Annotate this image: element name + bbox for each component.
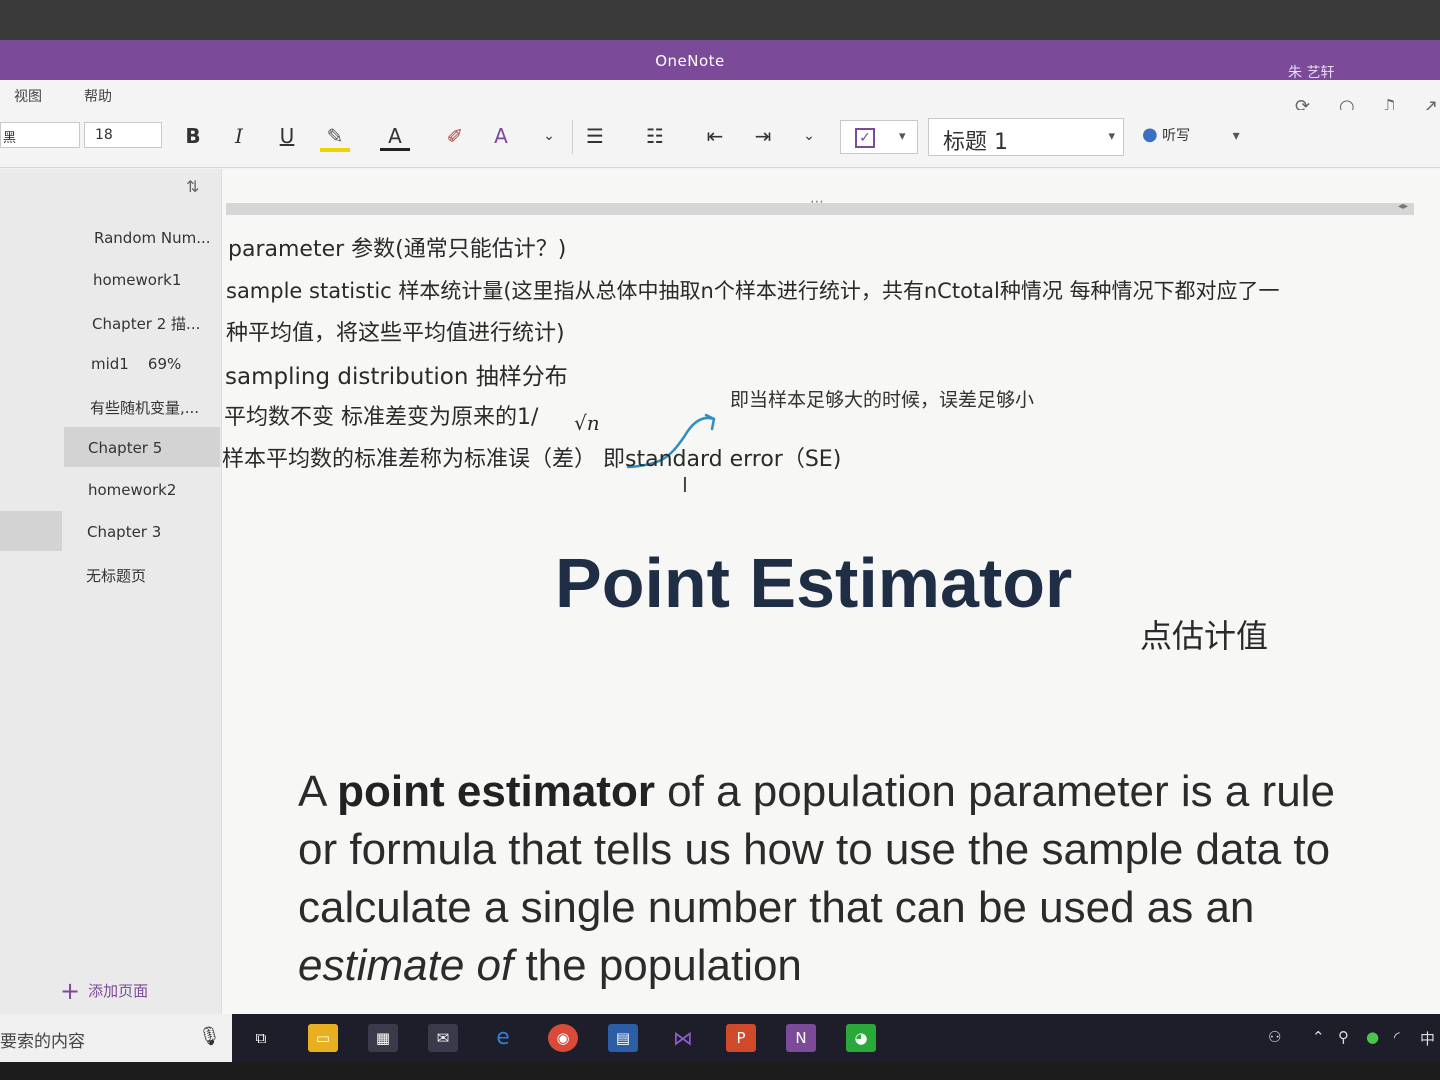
text-cursor: I	[682, 473, 688, 497]
wechat-icon[interactable]: ◕	[846, 1024, 876, 1052]
page-item-random-num[interactable]: Random Num...	[0, 217, 220, 257]
page-item-chapter-2[interactable]: Chapter 2 描...	[0, 301, 220, 341]
note-annotation-large-sample[interactable]: 即当样本足够大的时候，误差足够小	[730, 385, 1034, 412]
underline-button[interactable]: U	[272, 124, 302, 148]
powerpoint-icon[interactable]: P	[726, 1024, 756, 1052]
user-name[interactable]: 朱 艺轩	[1288, 62, 1334, 82]
add-page-label: 添加页面	[88, 982, 149, 1000]
taskbar: 要索的内容 🎙 ⧉ ▭ ▦ ✉ e ◉ ▤ ⋈ P N ◕ ⚇ ⌃ ⚲ ● ◜ …	[0, 1014, 1440, 1062]
indent-icon[interactable]: ⇥	[748, 124, 778, 148]
note-container-handle[interactable]: ⋯ ◂▸	[226, 194, 1414, 215]
note-line-sample-statistic[interactable]: sample statistic 样本统计量(这里指从总体中抽取n个样本进行统计…	[226, 275, 1280, 305]
sqrt-n-formula: √n	[574, 411, 600, 435]
menu-view[interactable]: 视图	[14, 86, 42, 106]
note-line-std-change[interactable]: 平均数不变 标准差变为原来的1/	[224, 399, 538, 431]
section-selection-marker	[0, 511, 62, 551]
slide-title[interactable]: Point Estimator	[555, 543, 1072, 623]
search-text: 要索的内容	[0, 1032, 85, 1052]
chevron-down-icon: ▾	[1108, 129, 1115, 144]
wechat-tray-icon[interactable]: ●	[1366, 1028, 1379, 1046]
drag-handle-icon[interactable]: ⋯	[810, 194, 824, 210]
chevron-down-icon[interactable]: ▾	[1233, 128, 1240, 144]
edge-browser-icon[interactable]: e	[488, 1024, 518, 1052]
definition-text-3: the population	[513, 941, 802, 990]
definition-text-1: A	[298, 767, 338, 816]
page-item-mid1[interactable]: mid1 69%	[0, 343, 220, 383]
page-item-untitled[interactable]: 无标题页	[0, 553, 220, 593]
font-name-box[interactable]: 黑	[0, 122, 80, 148]
outdent-icon[interactable]: ⇤	[700, 124, 730, 148]
screen: OneNote 朱 艺轩 视图 帮助 ⟳ ○ ♫ ↗ 黑 18 B I U ✎ …	[0, 40, 1440, 1062]
menu-help[interactable]: 帮助	[84, 86, 112, 106]
file-explorer-icon[interactable]: ▭	[308, 1024, 338, 1052]
clear-format-icon[interactable]: A	[486, 124, 516, 148]
note-line-sample-statistic-cont[interactable]: 种平均值，将这些平均值进行统计)	[226, 315, 565, 347]
menu-bar: 视图 帮助	[0, 80, 1440, 110]
screen-bezel-top	[0, 0, 1440, 40]
microphone-icon[interactable]: 🎙	[198, 1026, 221, 1047]
page-item-chapter-5[interactable]: Chapter 5	[64, 427, 220, 467]
ribbon-separator	[572, 120, 573, 154]
definition-italic-term: estimate of	[298, 941, 514, 990]
italic-button[interactable]: I	[224, 124, 254, 148]
note-line-sampling-distribution[interactable]: sampling distribution 抽样分布	[225, 357, 568, 391]
usb-icon[interactable]: ⚲	[1338, 1028, 1349, 1046]
note-canvas[interactable]: ⋯ ◂▸ parameter 参数(通常只能估计？) sample statis…	[222, 169, 1440, 1014]
bold-button[interactable]: B	[178, 124, 208, 148]
dictate-label: 听写	[1162, 128, 1191, 144]
format-painter-icon[interactable]: ✐	[440, 124, 470, 148]
slide-definition-paragraph[interactable]: A point estimator of a population parame…	[298, 763, 1358, 995]
store-icon[interactable]: ▦	[368, 1024, 398, 1052]
plus-icon: +	[60, 977, 81, 1005]
task-view-icon[interactable]: ⧉	[246, 1024, 276, 1052]
note-line-parameter[interactable]: parameter 参数(通常只能估计？)	[228, 231, 566, 263]
chevron-down-icon: ▾	[899, 129, 906, 144]
chrome-browser-icon[interactable]: ◉	[548, 1024, 578, 1052]
add-page-button[interactable]: + 添加页面	[60, 977, 148, 1005]
visual-studio-icon[interactable]: ⋈	[668, 1024, 698, 1052]
font-size-box[interactable]: 18	[84, 122, 162, 148]
tray-expand-icon[interactable]: ⌃	[1312, 1028, 1325, 1046]
ime-indicator[interactable]: 中	[1420, 1028, 1435, 1049]
onenote-icon[interactable]: N	[786, 1024, 816, 1052]
definition-bold-term: point estimator	[337, 767, 655, 816]
style-label: 标题 1	[943, 130, 1008, 155]
app-title: OneNote	[655, 52, 725, 70]
dictate-button[interactable]: ● 听写 ▾	[1142, 124, 1240, 145]
sort-icon[interactable]: ⇅	[186, 177, 199, 196]
page-item-homework1[interactable]: homework1	[0, 259, 220, 299]
title-bar: OneNote 朱 艺轩	[0, 40, 1440, 82]
style-dropdown[interactable]: 标题 1 ▾	[928, 118, 1124, 156]
todo-tag-button[interactable]: ✓ ▾	[840, 120, 918, 154]
document-app-icon[interactable]: ▤	[608, 1024, 638, 1052]
more-format-chevron-icon[interactable]: ⌄	[534, 128, 564, 144]
resize-handle-icon[interactable]: ◂▸	[1398, 201, 1408, 212]
highlight-icon[interactable]: ✎	[320, 124, 350, 152]
page-item-homework2[interactable]: homework2	[0, 469, 220, 509]
mail-icon[interactable]: ✉	[428, 1024, 458, 1052]
people-icon[interactable]: ⚇	[1268, 1028, 1281, 1046]
checkbox-icon: ✓	[855, 128, 875, 148]
numbered-list-icon[interactable]: ☷	[640, 124, 670, 148]
page-item-random-vars[interactable]: 有些随机变量,...	[0, 385, 220, 425]
slide-title-cn[interactable]: 点估计值	[1140, 611, 1268, 657]
note-line-standard-error[interactable]: 样本平均数的标准差称为标准误（差） 即standard error（SE)	[222, 441, 841, 473]
font-color-icon[interactable]: A	[380, 124, 410, 151]
wifi-icon[interactable]: ◜	[1394, 1028, 1400, 1046]
taskbar-search-box[interactable]: 要索的内容 🎙	[0, 1014, 232, 1062]
microphone-icon: ●	[1142, 124, 1158, 145]
more-list-chevron-icon[interactable]: ⌄	[794, 128, 824, 144]
screen-bezel-bottom	[0, 1062, 1440, 1080]
bullet-list-icon[interactable]: ☰	[580, 124, 610, 148]
ribbon: 黑 18 B I U ✎ A ✐ A ⌄ ☰ ☷ ⇤ ⇥ ⌄ ✓ ▾ 标题 1 …	[0, 110, 1440, 168]
page-list-pane: ⇅ Random Num... homework1 Chapter 2 描...…	[0, 169, 222, 1014]
